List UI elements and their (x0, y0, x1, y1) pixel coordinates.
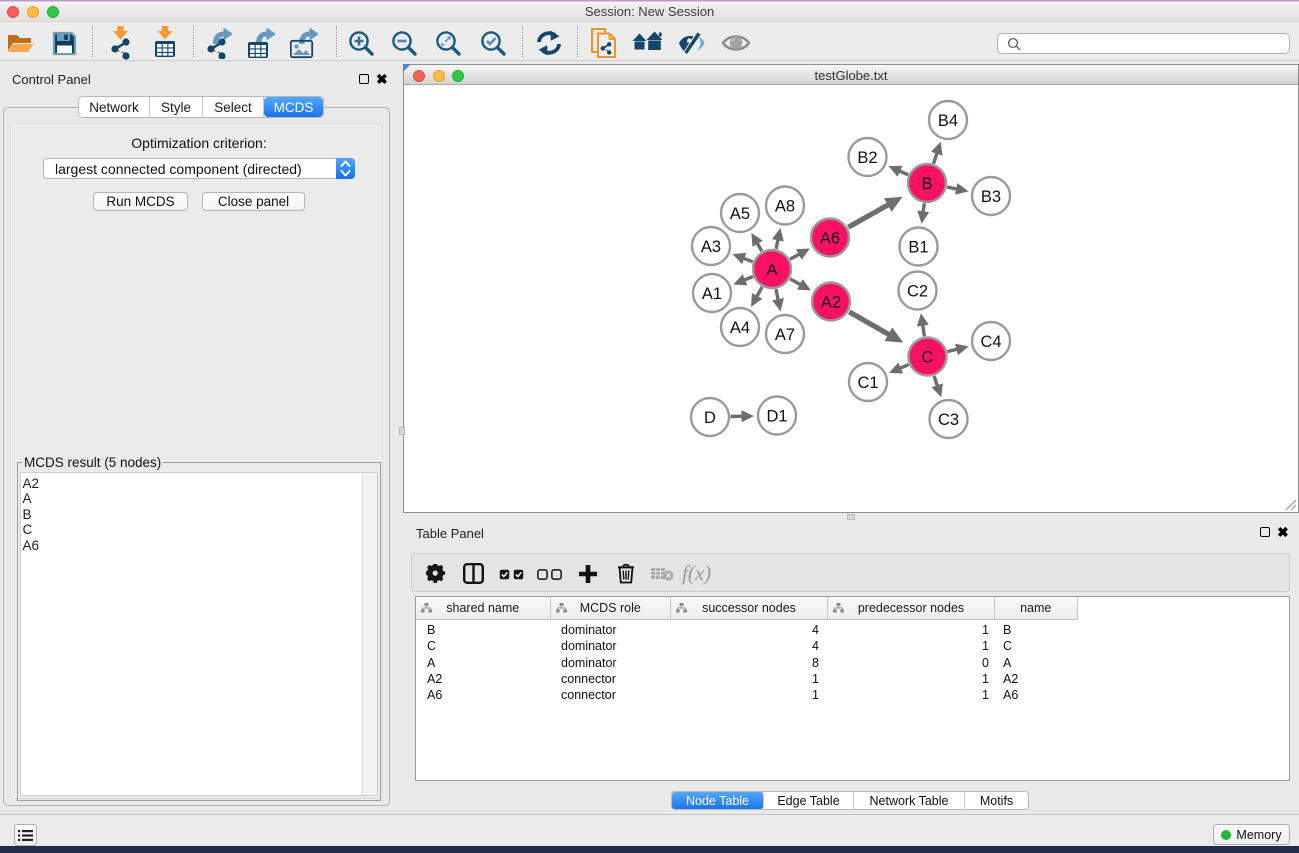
svg-text:A8: A8 (775, 197, 795, 215)
svg-text:A5: A5 (730, 205, 750, 223)
svg-text:C2: C2 (907, 282, 928, 300)
svg-text:A6: A6 (820, 229, 840, 247)
svg-text:B3: B3 (981, 188, 1001, 206)
svg-text:C3: C3 (938, 411, 959, 429)
svg-text:B: B (921, 175, 932, 193)
svg-text:A2: A2 (821, 293, 841, 311)
svg-text:A1: A1 (702, 285, 722, 303)
svg-text:A: A (766, 261, 777, 279)
svg-text:B1: B1 (908, 238, 928, 256)
svg-text:C1: C1 (857, 374, 878, 392)
svg-text:B4: B4 (938, 112, 958, 130)
svg-text:C4: C4 (980, 333, 1001, 351)
svg-text:B2: B2 (857, 149, 877, 167)
svg-text:A3: A3 (701, 238, 721, 256)
svg-text:A4: A4 (730, 319, 750, 337)
svg-text:A7: A7 (775, 326, 795, 344)
svg-text:D: D (704, 409, 716, 427)
svg-text:D1: D1 (766, 407, 787, 425)
svg-text:C: C (922, 348, 934, 366)
